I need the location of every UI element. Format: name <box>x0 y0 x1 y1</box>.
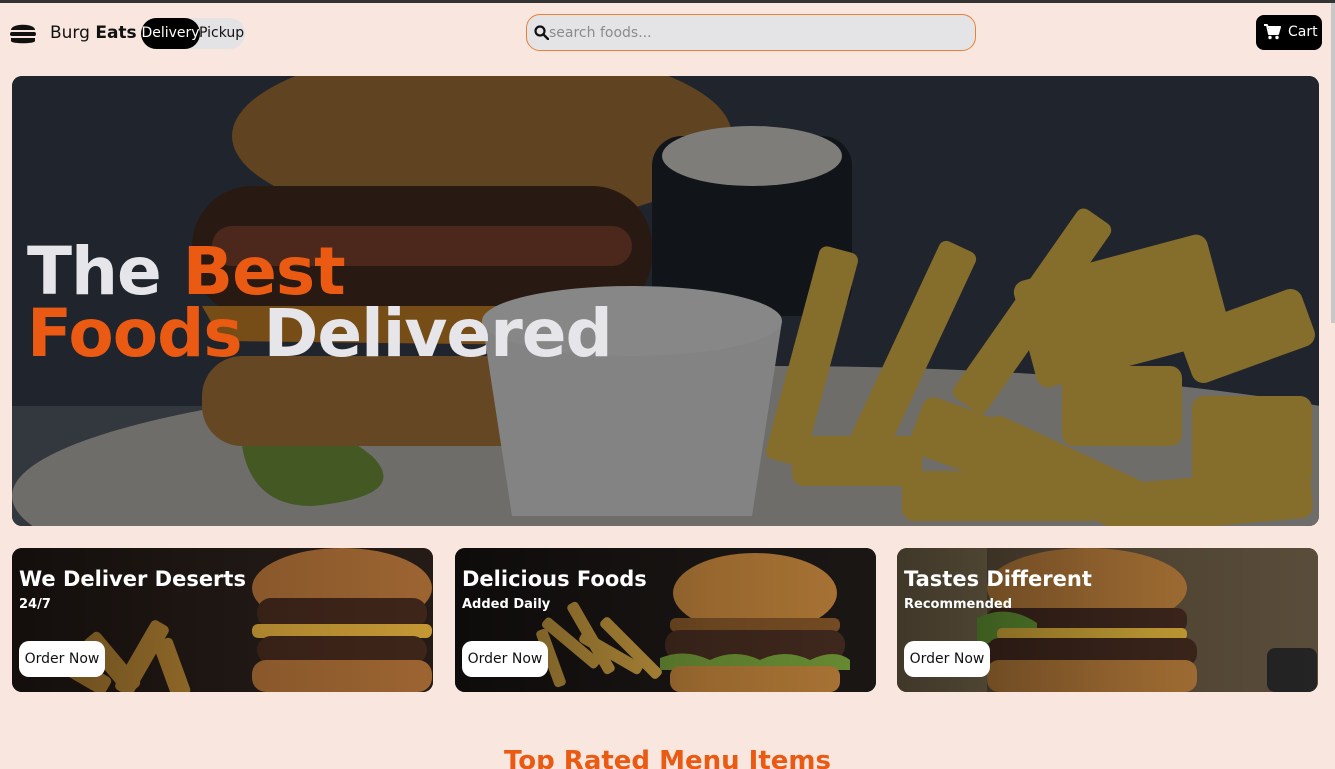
hero-word-delivered: Delivered <box>263 295 613 372</box>
toggle-pickup[interactable]: Pickup <box>199 18 244 49</box>
card-title: Tastes Different <box>904 567 1092 591</box>
promo-card-deserts: We Deliver Deserts 24/7 Order Now <box>12 548 433 692</box>
cart-button[interactable]: Cart <box>1256 15 1322 50</box>
hero-title: The Best Foods Delivered <box>27 239 613 367</box>
burger-icon[interactable] <box>9 20 37 46</box>
card-title: We Deliver Deserts <box>19 567 246 591</box>
promo-card-delicious: Delicious Foods Added Daily Order Now <box>455 548 876 692</box>
brand-bold: Eats <box>95 23 137 43</box>
brand-name[interactable]: Burg Eats <box>50 23 137 43</box>
promo-card-tastes: Tastes Different Recommended Order Now <box>897 548 1318 692</box>
delivery-pickup-toggle: Delivery Pickup <box>141 18 245 49</box>
hero-banner: The Best Foods Delivered <box>12 76 1319 526</box>
card-subtitle: Added Daily <box>462 597 551 612</box>
cart-icon <box>1264 24 1281 40</box>
page-scrollbar[interactable] <box>1331 3 1335 323</box>
order-now-button[interactable]: Order Now <box>462 641 548 677</box>
top-rated-section-title: Top Rated Menu Items <box>504 746 831 769</box>
brand-regular: Burg <box>50 23 90 43</box>
card-subtitle: 24/7 <box>19 597 51 612</box>
toggle-delivery[interactable]: Delivery <box>141 18 200 49</box>
search-icon <box>534 25 549 40</box>
hero-word-foods: Foods <box>27 295 243 372</box>
card-subtitle: Recommended <box>904 597 1013 612</box>
search-input[interactable] <box>549 15 969 50</box>
order-now-button[interactable]: Order Now <box>904 641 990 677</box>
cart-label: Cart <box>1288 24 1318 40</box>
card-title: Delicious Foods <box>462 567 647 591</box>
search-bar <box>526 14 976 51</box>
top-navbar: Burg Eats Delivery Pickup Cart <box>0 3 1335 65</box>
order-now-button[interactable]: Order Now <box>19 641 105 677</box>
